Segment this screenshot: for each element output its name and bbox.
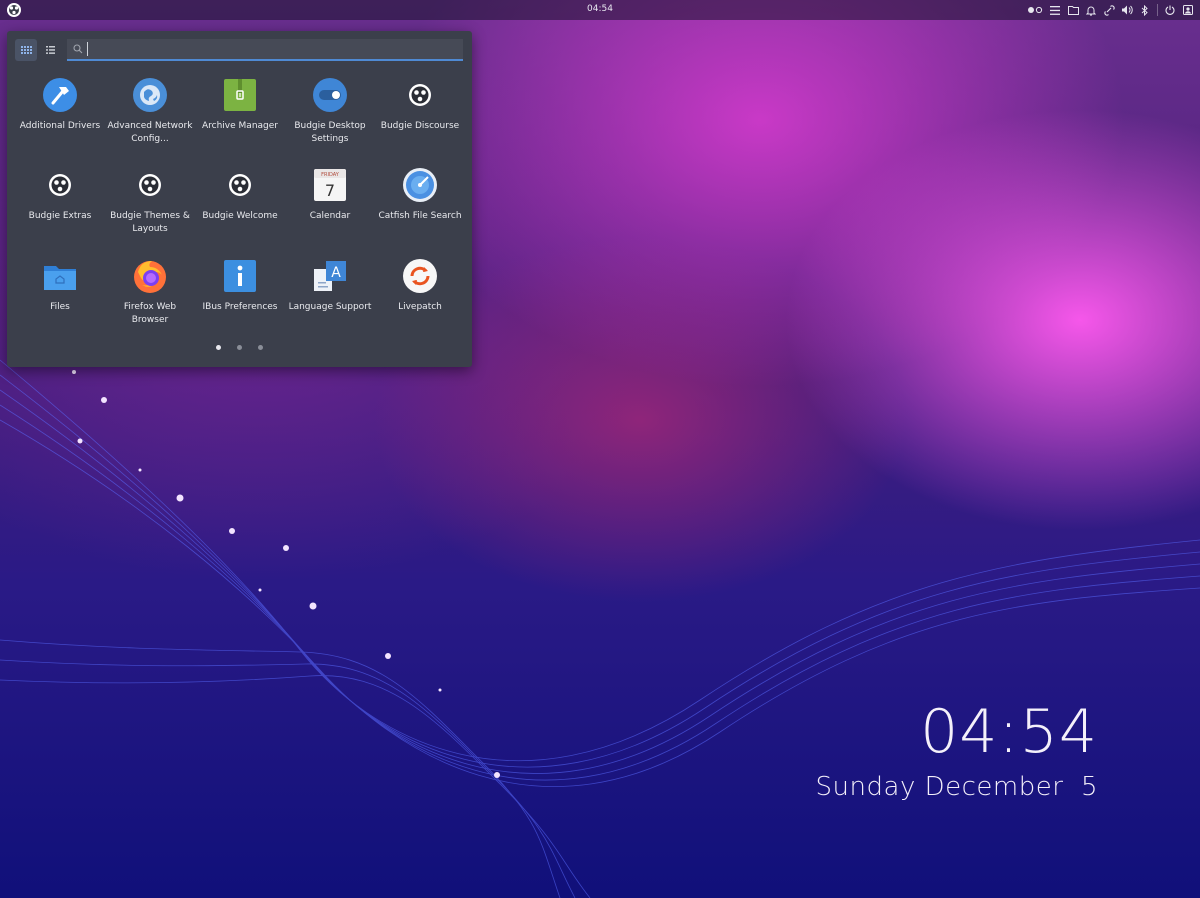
grid-view-button[interactable] xyxy=(15,39,37,61)
page-dot-2[interactable] xyxy=(237,345,242,350)
network-config-icon xyxy=(133,78,167,112)
desktop-clock-time: 04:54 xyxy=(920,697,1098,767)
desktop-clock-date: Sunday December 5 xyxy=(815,772,1098,802)
app-tile-additional-drivers[interactable]: Additional Drivers xyxy=(15,73,105,161)
app-label: Calendar xyxy=(309,211,351,221)
files-icon xyxy=(44,266,76,290)
ibus-icon xyxy=(224,260,256,292)
app-label: Budgie Discourse xyxy=(380,121,460,131)
calendar-day-name: FRIDAY xyxy=(321,172,340,178)
budgie-settings-icon xyxy=(313,78,347,112)
bluetooth-icon[interactable] xyxy=(1139,4,1151,16)
app-label: Budgie Extras xyxy=(28,211,92,221)
list-view-icon xyxy=(45,46,55,54)
budgie-menu-button[interactable] xyxy=(6,2,22,18)
workspace-indicator-icon[interactable] xyxy=(1027,4,1043,16)
app-tile-catfish-file-search[interactable]: Catfish File Search xyxy=(375,163,465,251)
app-label: Budgie Welcome xyxy=(202,211,278,221)
budgie-logo-icon xyxy=(7,3,21,17)
list-view-button[interactable] xyxy=(39,39,61,61)
app-label: Firefox Web Browser xyxy=(123,302,177,325)
top-panel: 04:54 xyxy=(0,0,1200,20)
search-icon xyxy=(73,44,83,54)
tray-separator xyxy=(1157,4,1158,16)
budgie-welcome-icon xyxy=(229,174,251,196)
panel-clock[interactable]: 04:54 xyxy=(587,4,613,14)
network-icon[interactable] xyxy=(1103,4,1115,16)
firefox-icon xyxy=(134,261,166,293)
app-tile-livepatch[interactable]: Livepatch xyxy=(375,254,465,342)
budgie-themes-icon xyxy=(139,174,161,196)
app-label: IBus Preferences xyxy=(202,302,278,312)
wallpaper-waves xyxy=(0,359,1200,898)
volume-icon[interactable] xyxy=(1121,4,1133,16)
panel-clock-container: 04:54 xyxy=(0,4,1200,14)
calendar-day-number: 7 xyxy=(325,181,335,200)
application-menu: Additional Drivers Advanced Network Conf… xyxy=(7,31,472,367)
app-label: Language Support xyxy=(288,302,372,312)
power-icon[interactable] xyxy=(1164,4,1176,16)
calendar-icon: FRIDAY 7 xyxy=(314,169,346,201)
budgie-extras-icon xyxy=(49,174,71,196)
app-label: Advanced Network Config... xyxy=(107,121,193,144)
desktop-clock-widget: 04:54 Sunday December 5 xyxy=(698,692,1098,802)
app-label: Additional Drivers xyxy=(19,121,101,131)
app-tile-budgie-themes-layouts[interactable]: Budgie Themes & Layouts xyxy=(105,163,195,251)
menu-icon[interactable] xyxy=(1049,4,1061,16)
app-tile-ibus-preferences[interactable]: IBus Preferences xyxy=(195,254,285,342)
app-tile-calendar[interactable]: FRIDAY 7 Calendar xyxy=(285,163,375,251)
app-tile-firefox[interactable]: Firefox Web Browser xyxy=(105,254,195,342)
page-dot-3[interactable] xyxy=(258,345,263,350)
search-box xyxy=(67,39,463,61)
catfish-icon xyxy=(403,168,437,202)
page-indicator xyxy=(7,345,472,350)
app-tile-advanced-network-config[interactable]: Advanced Network Config... xyxy=(105,73,195,161)
user-icon[interactable] xyxy=(1182,4,1194,16)
app-tile-budgie-desktop-settings[interactable]: Budgie Desktop Settings xyxy=(285,73,375,161)
app-label: Archive Manager xyxy=(202,121,278,131)
app-tile-files[interactable]: Files xyxy=(15,254,105,342)
archive-manager-icon xyxy=(224,79,256,111)
notifications-icon[interactable] xyxy=(1085,4,1097,16)
app-label: Budgie Desktop Settings xyxy=(294,121,366,144)
app-tile-archive-manager[interactable]: Archive Manager xyxy=(195,73,285,161)
livepatch-icon xyxy=(403,259,437,293)
app-tile-budgie-extras[interactable]: Budgie Extras xyxy=(15,163,105,251)
language-support-icon: A xyxy=(314,261,346,291)
wallpaper-sparkles xyxy=(72,370,500,778)
search-input[interactable] xyxy=(87,42,448,56)
svg-text:A: A xyxy=(331,265,341,281)
system-tray xyxy=(1027,3,1194,17)
app-label: Livepatch xyxy=(398,302,442,312)
app-tile-budgie-discourse[interactable]: Budgie Discourse xyxy=(375,73,465,161)
grid-view-icon xyxy=(20,46,32,54)
additional-drivers-icon xyxy=(43,78,77,112)
app-label: Budgie Themes & Layouts xyxy=(110,211,190,234)
app-label: Files xyxy=(50,302,70,312)
app-tile-budgie-welcome[interactable]: Budgie Welcome xyxy=(195,163,285,251)
page-dot-1[interactable] xyxy=(216,345,221,350)
app-tile-language-support[interactable]: A Language Support xyxy=(285,254,375,342)
app-label: Catfish File Search xyxy=(378,211,462,221)
budgie-discourse-icon xyxy=(409,84,431,106)
files-tray-icon[interactable] xyxy=(1067,4,1079,16)
